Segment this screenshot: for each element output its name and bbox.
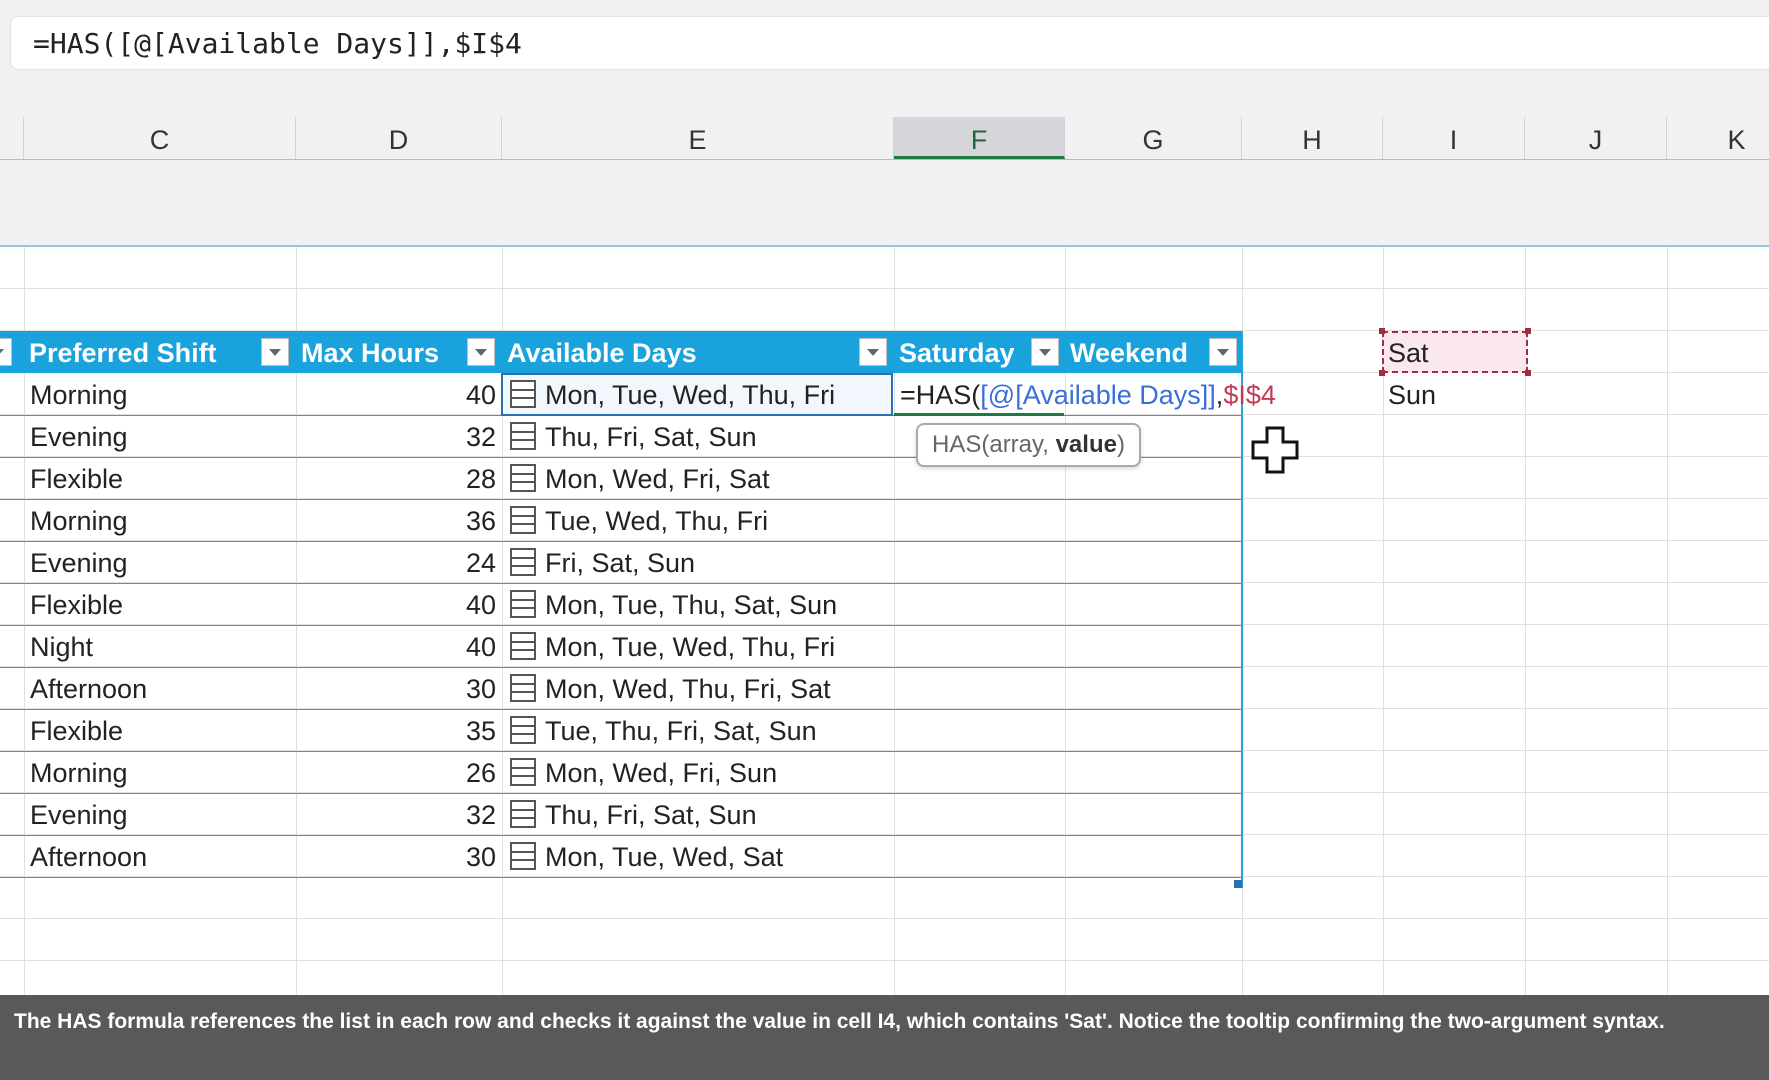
table-header-preferred-shift[interactable]: Preferred Shift <box>24 331 296 373</box>
shift-cell[interactable]: Afternoon <box>30 835 147 877</box>
list-icon <box>510 506 536 534</box>
days-cell[interactable]: Mon, Tue, Thu, Sat, Sun <box>545 583 837 625</box>
tooltip-function: HAS(array, <box>932 431 1056 458</box>
days-cell[interactable]: Fri, Sat, Sun <box>545 541 695 583</box>
filter-dropdown-button[interactable] <box>1031 338 1059 366</box>
formula-ref-available-days: [@[Available Days]] <box>980 380 1216 410</box>
filter-dropdown-button[interactable] <box>261 338 289 366</box>
filter-dropdown-button[interactable] <box>0 338 12 366</box>
cell-i4-value[interactable]: Sat <box>1388 331 1429 373</box>
days-cell[interactable]: Mon, Wed, Thu, Fri, Sat <box>545 667 831 709</box>
column-header-g[interactable]: G <box>1065 117 1242 159</box>
cell-select-cursor-icon <box>1251 426 1299 474</box>
list-icon <box>510 758 536 786</box>
in-cell-formula[interactable]: =HAS([@[Available Days]],$I$4 <box>900 373 1276 415</box>
marquee-handle <box>1525 328 1531 334</box>
marquee-handle <box>1379 328 1385 334</box>
days-cell[interactable]: Tue, Wed, Thu, Fri <box>545 499 768 541</box>
hours-cell[interactable]: 32 <box>300 793 496 835</box>
list-icon <box>510 464 536 492</box>
hours-cell[interactable]: 40 <box>300 373 496 415</box>
hours-cell[interactable]: 30 <box>300 835 496 877</box>
column-header-f[interactable]: F <box>894 117 1065 159</box>
days-cell[interactable]: Tue, Thu, Fri, Sat, Sun <box>545 709 817 751</box>
list-icon <box>510 380 536 408</box>
days-cell[interactable]: Thu, Fri, Sat, Sun <box>545 415 757 457</box>
column-header-b-partial[interactable] <box>0 117 24 159</box>
formula-text[interactable]: =HAS([@[Available Days]],$I$4 <box>33 27 522 60</box>
days-cell[interactable]: Mon, Tue, Wed, Thu, Fri <box>545 625 835 667</box>
list-icon <box>510 800 536 828</box>
days-cell[interactable]: Mon, Tue, Wed, Thu, Fri <box>545 373 835 415</box>
shift-cell[interactable]: Evening <box>30 541 128 583</box>
hours-cell[interactable]: 26 <box>300 751 496 793</box>
filter-dropdown-button[interactable] <box>859 338 887 366</box>
sheet-top-area <box>0 84 1769 246</box>
days-cell[interactable]: Mon, Tue, Wed, Sat <box>545 835 783 877</box>
list-icon <box>510 422 536 450</box>
hours-cell[interactable]: 32 <box>300 415 496 457</box>
column-header-row: C D E F G H I J K <box>0 117 1769 160</box>
caption-bar: The HAS formula references the list in e… <box>0 995 1769 1080</box>
function-tooltip: HAS(array, value) <box>916 423 1141 467</box>
table-header-available-days[interactable]: Available Days <box>502 331 894 373</box>
column-header-c[interactable]: C <box>24 117 296 159</box>
tooltip-current-arg: value <box>1055 431 1117 458</box>
caption-text: The HAS formula references the list in e… <box>14 1010 1665 1033</box>
filter-dropdown-button[interactable] <box>1209 338 1237 366</box>
table-resize-handle[interactable] <box>1234 880 1242 888</box>
shift-cell[interactable]: Morning <box>30 373 128 415</box>
list-icon <box>510 590 536 618</box>
hours-cell[interactable]: 28 <box>300 457 496 499</box>
marquee-handle <box>1379 370 1385 376</box>
cell-i5-value[interactable]: Sun <box>1388 373 1436 415</box>
shift-cell[interactable]: Afternoon <box>30 667 147 709</box>
shift-cell[interactable]: Morning <box>30 499 128 541</box>
days-cell[interactable]: Mon, Wed, Fri, Sun <box>545 751 777 793</box>
list-icon <box>510 548 536 576</box>
hours-cell[interactable]: 30 <box>300 667 496 709</box>
shift-cell[interactable]: Evening <box>30 415 128 457</box>
formula-ref-i4: $I$4 <box>1223 380 1276 410</box>
filter-dropdown-button[interactable] <box>467 338 495 366</box>
list-icon <box>510 842 536 870</box>
list-icon <box>510 716 536 744</box>
column-header-d[interactable]: D <box>296 117 502 159</box>
tooltip-close: ) <box>1116 431 1125 458</box>
shift-cell[interactable]: Flexible <box>30 709 123 751</box>
marquee-handle <box>1525 370 1531 376</box>
shift-cell[interactable]: Morning <box>30 751 128 793</box>
hours-cell[interactable]: 40 <box>300 583 496 625</box>
hours-cell[interactable]: 35 <box>300 709 496 751</box>
days-cell[interactable]: Thu, Fri, Sat, Sun <box>545 793 757 835</box>
column-header-i[interactable]: I <box>1383 117 1525 159</box>
formula-bar-area: =HAS([@[Available Days]],$I$4 <box>0 0 1769 84</box>
shift-cell[interactable]: Flexible <box>30 457 123 499</box>
column-header-e[interactable]: E <box>502 117 894 159</box>
hours-cell[interactable]: 36 <box>300 499 496 541</box>
column-header-k[interactable]: K <box>1667 117 1769 159</box>
hours-cell[interactable]: 24 <box>300 541 496 583</box>
formula-bar[interactable]: =HAS([@[Available Days]],$I$4 <box>10 16 1769 70</box>
days-cell[interactable]: Mon, Wed, Fri, Sat <box>545 457 770 499</box>
shift-cell[interactable]: Night <box>30 625 93 667</box>
list-icon <box>510 632 536 660</box>
hours-cell[interactable]: 40 <box>300 625 496 667</box>
formula-prefix: =HAS( <box>900 380 981 410</box>
shift-cell[interactable]: Evening <box>30 793 128 835</box>
column-header-h[interactable]: H <box>1242 117 1383 159</box>
list-icon <box>510 674 536 702</box>
shift-cell[interactable]: Flexible <box>30 583 123 625</box>
column-header-j[interactable]: J <box>1525 117 1667 159</box>
